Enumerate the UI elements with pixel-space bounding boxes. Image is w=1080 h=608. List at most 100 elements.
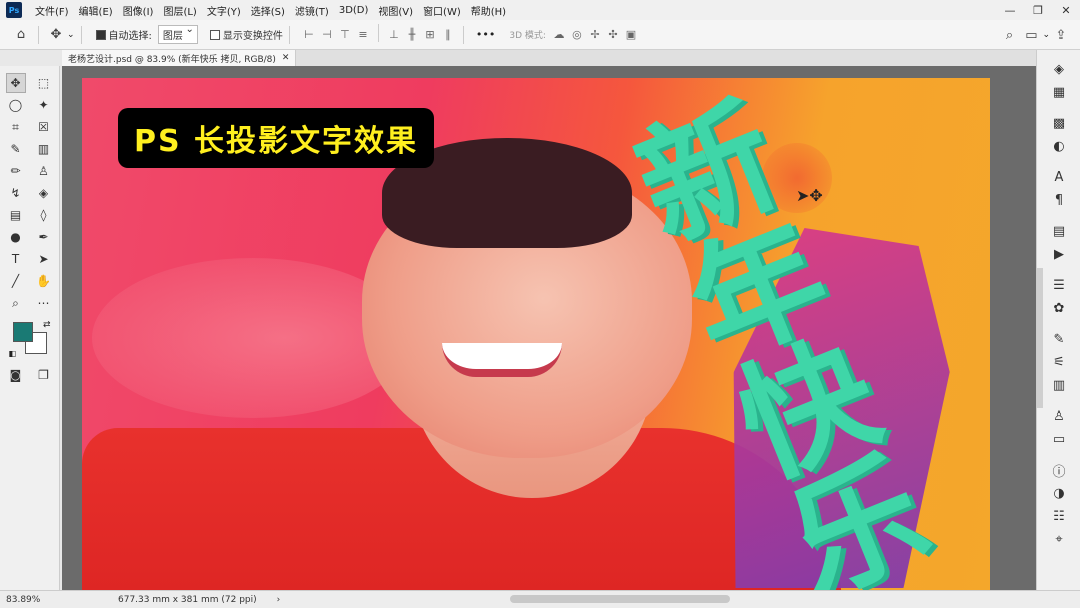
- close-tab-icon[interactable]: ✕: [282, 53, 290, 63]
- status-menu-arrow[interactable]: ›: [277, 595, 281, 605]
- stamp-tool-icon[interactable]: ♙: [34, 161, 54, 181]
- menu-filter[interactable]: 滤镜(T): [290, 3, 334, 18]
- gradient-tool-icon[interactable]: ▤: [6, 205, 26, 225]
- pen-tool-icon[interactable]: ✒: [34, 227, 54, 247]
- marquee-tool-icon[interactable]: ⬚: [34, 73, 54, 93]
- share-icon[interactable]: ⇪: [1050, 24, 1072, 46]
- actions-icon[interactable]: ▶: [1037, 243, 1080, 266]
- headline-text-layer[interactable]: 新 年 快 乐: [602, 108, 982, 588]
- menu-file[interactable]: 文件(F): [30, 3, 74, 18]
- document-tab[interactable]: 老杨艺设计.psd @ 83.9% (新年快乐 拷贝, RGB/8) ✕: [62, 50, 296, 66]
- character-icon[interactable]: A: [1037, 166, 1080, 189]
- horizontal-scrollbar[interactable]: [510, 595, 730, 603]
- styles-icon[interactable]: ✿: [1037, 297, 1080, 320]
- menu-layer[interactable]: 图层(L): [158, 3, 201, 18]
- libraries-icon[interactable]: ▩: [1037, 112, 1080, 135]
- color-icon[interactable]: ◐: [1037, 135, 1080, 158]
- pan-3d-icon[interactable]: ✢: [586, 24, 604, 46]
- brushes-icon[interactable]: ✎: [1037, 328, 1080, 351]
- menu-3d[interactable]: 3D(D): [334, 5, 374, 16]
- type-tool-icon[interactable]: T: [6, 249, 26, 269]
- info-icon[interactable]: ⓘ: [1037, 459, 1080, 482]
- distribute-h-icon[interactable]: ≡: [354, 24, 372, 46]
- adjustments-icon[interactable]: ☰: [1037, 274, 1080, 297]
- slide-3d-icon[interactable]: ✣: [604, 24, 622, 46]
- glyphs-icon[interactable]: ▭: [1037, 428, 1080, 451]
- close-button[interactable]: ✕: [1052, 0, 1080, 20]
- orbit-3d-icon[interactable]: ☁: [550, 24, 568, 46]
- menu-select[interactable]: 选择(S): [246, 3, 290, 18]
- navigator-icon[interactable]: ◑: [1037, 482, 1080, 505]
- paragraph-icon[interactable]: ¶: [1037, 189, 1080, 212]
- roll-3d-icon[interactable]: ◎: [568, 24, 586, 46]
- smile-photo-region: [442, 343, 562, 377]
- zoom-tool-icon[interactable]: ⌕: [6, 293, 26, 313]
- minimize-button[interactable]: —: [996, 0, 1024, 20]
- align-center-h-icon[interactable]: ⊣: [318, 24, 336, 46]
- menu-type[interactable]: 文字(Y): [202, 3, 246, 18]
- search-icon[interactable]: ⌕: [998, 24, 1020, 46]
- align-middle-icon[interactable]: ╫: [403, 24, 421, 46]
- distribute-v-icon[interactable]: ∥: [439, 24, 457, 46]
- blur-tool-icon[interactable]: ◊: [34, 205, 54, 225]
- hand-tool-icon[interactable]: ✋: [34, 271, 54, 291]
- menu-window[interactable]: 窗口(W): [418, 3, 466, 18]
- restore-button[interactable]: ❐: [1024, 0, 1052, 20]
- quick-mask-icon[interactable]: ◙: [6, 365, 26, 385]
- screen-mode-icon[interactable]: ❐: [34, 365, 54, 385]
- menu-view[interactable]: 视图(V): [373, 3, 418, 18]
- menu-help[interactable]: 帮助(H): [466, 3, 511, 18]
- menu-image[interactable]: 图像(I): [118, 3, 159, 18]
- eraser-icon[interactable]: ◈: [34, 183, 54, 203]
- options-bar-right: ⌕ ▭ ⌄ ⇪: [998, 20, 1072, 50]
- align-bottom-icon[interactable]: ⊞: [421, 24, 439, 46]
- brush-tool-icon[interactable]: ✏: [6, 161, 26, 181]
- crop-tool-icon[interactable]: ⌗: [6, 117, 26, 137]
- show-transform-checkbox[interactable]: [210, 30, 220, 40]
- swatches-icon[interactable]: ▥: [1037, 374, 1080, 397]
- history-brush-icon[interactable]: ↯: [6, 183, 26, 203]
- dodge-tool-icon[interactable]: ●: [6, 227, 26, 247]
- chevron-down-icon[interactable]: ⌄: [67, 30, 75, 40]
- title-badge: PS 长投影文字效果: [118, 108, 434, 168]
- workspace-icon[interactable]: ▭: [1020, 24, 1042, 46]
- move-tool-icon[interactable]: ✥: [45, 24, 67, 46]
- healing-brush-icon[interactable]: ▥: [34, 139, 54, 159]
- align-top-icon[interactable]: ⊥: [385, 24, 403, 46]
- paths-icon[interactable]: ⌖: [1037, 528, 1080, 551]
- history-icon[interactable]: ▤: [1037, 220, 1080, 243]
- show-transform-label: 显示变换控件: [223, 27, 283, 42]
- scale-3d-icon[interactable]: ▣: [622, 24, 640, 46]
- brush-settings-icon[interactable]: ⚟: [1037, 351, 1080, 374]
- magic-wand-icon[interactable]: ✦: [34, 95, 54, 115]
- layers-icon[interactable]: ◈: [1037, 58, 1080, 81]
- home-icon[interactable]: ⌂: [10, 24, 32, 46]
- align-buttons: ⊢ ⊣ ⊤ ≡ ⊥ ╫ ⊞ ∥: [300, 24, 457, 46]
- frame-tool-icon[interactable]: ☒: [34, 117, 54, 137]
- align-right-icon[interactable]: ⊤: [336, 24, 354, 46]
- foreground-color-swatch[interactable]: [13, 322, 33, 342]
- panel-scrollbar[interactable]: [1037, 268, 1043, 408]
- path-select-icon[interactable]: ➤: [34, 249, 54, 269]
- document-image[interactable]: PS 长投影文字效果 新 年 快 乐 ➤✥: [82, 78, 990, 590]
- channels-icon[interactable]: ▦: [1037, 81, 1080, 104]
- more-tools-icon[interactable]: ⋯: [34, 293, 54, 313]
- properties-icon[interactable]: ☷: [1037, 505, 1080, 528]
- align-left-icon[interactable]: ⊢: [300, 24, 318, 46]
- lasso-tool-icon[interactable]: ◯: [6, 95, 26, 115]
- line-tool-icon[interactable]: ╱: [6, 271, 26, 291]
- auto-select-dropdown[interactable]: 图层: [158, 25, 198, 44]
- divider: [289, 26, 290, 44]
- swap-colors-icon[interactable]: ⇄: [43, 320, 51, 330]
- more-options-button[interactable]: •••: [476, 28, 495, 41]
- canvas-area[interactable]: PS 长投影文字效果 新 年 快 乐 ➤✥: [62, 66, 1036, 590]
- clone-source-icon[interactable]: ♙: [1037, 405, 1080, 428]
- document-tab-title: 老杨艺设计.psd @ 83.9% (新年快乐 拷贝, RGB/8): [68, 52, 276, 65]
- menu-edit[interactable]: 编辑(E): [74, 3, 118, 18]
- default-colors-icon[interactable]: ◧: [9, 349, 17, 358]
- auto-select-checkbox[interactable]: [96, 30, 106, 40]
- move-tool-icon[interactable]: ✥: [6, 73, 26, 93]
- chevron-down-icon[interactable]: ⌄: [1042, 30, 1050, 40]
- zoom-level[interactable]: 83.89%: [0, 595, 60, 605]
- eyedropper-icon[interactable]: ✎: [6, 139, 26, 159]
